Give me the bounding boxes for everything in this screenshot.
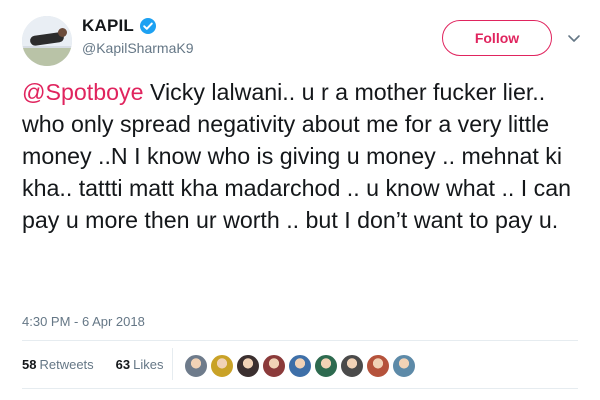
likes-label: Likes xyxy=(133,357,164,372)
liker-avatar-6[interactable] xyxy=(314,354,338,378)
chevron-down-icon[interactable] xyxy=(566,32,582,44)
liker-avatar-9[interactable] xyxy=(392,354,416,378)
follow-button[interactable]: Follow xyxy=(442,20,552,56)
tweet-header: KAPIL @KapilSharmaK9 Follow xyxy=(22,14,582,66)
tweet-timestamp[interactable]: 4:30 PM - 6 Apr 2018 xyxy=(22,314,145,329)
liker-avatar-4[interactable] xyxy=(262,354,286,378)
user-handle[interactable]: @KapilSharmaK9 xyxy=(82,40,194,56)
retweets-count: 58 xyxy=(22,357,37,372)
tweet-text: @Spotboye Vicky lalwani.. u r a mother f… xyxy=(22,76,582,236)
stats-separator xyxy=(172,348,173,380)
verified-badge-icon xyxy=(140,18,156,34)
mention-link[interactable]: @Spotboye xyxy=(22,79,144,105)
liker-avatars xyxy=(184,354,418,378)
divider xyxy=(22,340,578,341)
retweets-label: Retweets xyxy=(39,357,94,372)
tweet-stats: 58 Retweets 63 Likes xyxy=(22,357,164,372)
retweets-stat[interactable]: 58 Retweets xyxy=(22,357,94,372)
likes-count: 63 xyxy=(115,357,131,372)
display-name[interactable]: KAPIL xyxy=(82,16,134,36)
profile-avatar[interactable] xyxy=(22,16,72,66)
liker-avatar-2[interactable] xyxy=(210,354,234,378)
name-row: KAPIL xyxy=(82,16,156,36)
liker-avatar-5[interactable] xyxy=(288,354,312,378)
liker-avatar-8[interactable] xyxy=(366,354,390,378)
liker-avatar-1[interactable] xyxy=(184,354,208,378)
divider xyxy=(22,388,578,389)
liker-avatar-3[interactable] xyxy=(236,354,260,378)
liker-avatar-7[interactable] xyxy=(340,354,364,378)
likes-stat[interactable]: 63 Likes xyxy=(116,357,164,372)
